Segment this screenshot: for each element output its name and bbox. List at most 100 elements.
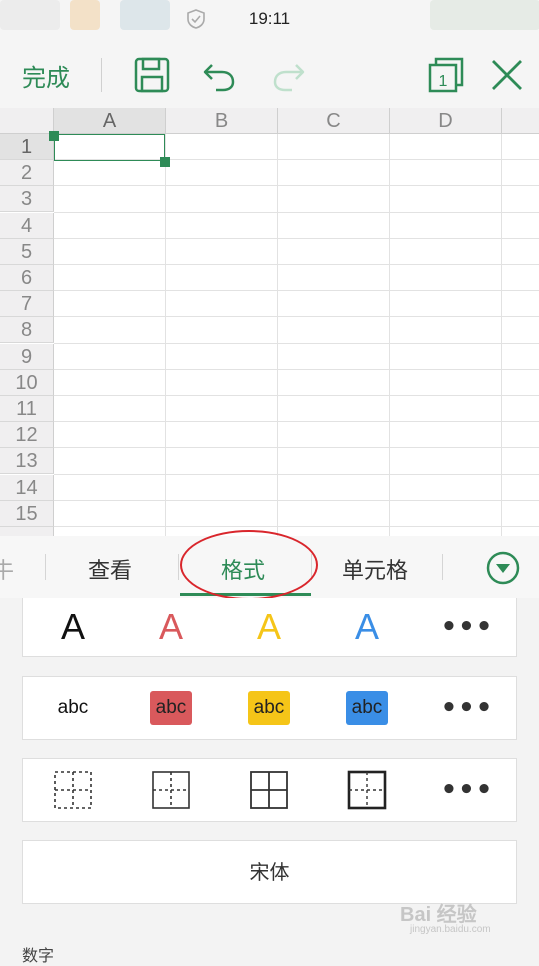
more-icon: ••• xyxy=(440,693,494,723)
more-fill-colors-button[interactable]: ••• xyxy=(435,677,499,739)
row-header[interactable]: 4 xyxy=(0,212,54,239)
tab-divider xyxy=(178,554,179,580)
status-time: 19:11 xyxy=(248,9,291,28)
font-color-black[interactable]: A xyxy=(43,598,103,656)
fill-sample-text: abc xyxy=(149,691,193,725)
grid-row-line xyxy=(54,316,539,318)
border-all-button[interactable] xyxy=(239,759,299,821)
selection-handle-top-left[interactable] xyxy=(49,131,59,141)
collapse-panel-icon[interactable] xyxy=(486,551,520,585)
grid-row-line xyxy=(54,264,539,265)
grid-column-line xyxy=(277,134,278,536)
grid-row-line xyxy=(54,368,539,370)
row-header[interactable]: 8 xyxy=(0,317,54,344)
grid-row-line xyxy=(54,395,539,396)
row-header[interactable]: 1 xyxy=(0,134,54,160)
tab-divider xyxy=(442,554,443,580)
row-header[interactable]: 13 xyxy=(0,448,54,475)
more-font-colors-button[interactable]: ••• xyxy=(435,598,499,656)
editor-toolbar: 完成 1 xyxy=(0,38,539,109)
font-color-red[interactable]: A xyxy=(141,598,201,656)
grid-row-line xyxy=(54,290,539,292)
outer-border-icon xyxy=(347,770,387,810)
column-header[interactable]: B xyxy=(166,108,278,134)
grid-row-line xyxy=(54,342,539,344)
border-style-row: ••• xyxy=(22,758,517,822)
tab-divider xyxy=(45,554,46,580)
border-outer-button[interactable] xyxy=(337,759,397,821)
font-color-letter: A xyxy=(354,606,379,647)
fill-none[interactable]: abc xyxy=(43,677,103,739)
font-color-blue[interactable]: A xyxy=(337,598,397,656)
grid-row-line xyxy=(54,499,539,501)
close-icon[interactable] xyxy=(487,55,527,95)
grid-row-line xyxy=(54,237,539,239)
grid-row-line xyxy=(54,421,539,423)
font-name-label: 宋体 xyxy=(249,860,290,884)
fill-sample-text: abc xyxy=(345,691,389,725)
more-icon: ••• xyxy=(440,775,494,805)
sheet-switch-icon[interactable]: 1 xyxy=(426,55,466,95)
select-all-corner[interactable] xyxy=(0,108,54,134)
dashed-border-icon xyxy=(54,771,92,809)
border-inner-button[interactable] xyxy=(141,759,201,821)
tab-partial[interactable]: 牛 xyxy=(0,553,14,585)
column-header[interactable] xyxy=(502,108,539,134)
font-color-yellow[interactable]: A xyxy=(239,598,299,656)
grid-row-line xyxy=(54,211,539,213)
column-header[interactable]: D xyxy=(390,108,502,134)
fill-sample-text: abc xyxy=(57,697,89,718)
row-header[interactable]: 14 xyxy=(0,474,54,501)
inner-border-icon xyxy=(152,771,190,809)
spreadsheet-grid[interactable]: A B C D 1 2 3 4 5 6 7 8 9 10 11 12 13 14 15 xyxy=(0,108,539,536)
border-dashed-button[interactable] xyxy=(43,759,103,821)
fill-blue[interactable]: abc xyxy=(337,677,397,739)
fill-yellow[interactable]: abc xyxy=(239,677,299,739)
font-color-letter: A xyxy=(158,606,183,647)
grid-row-line xyxy=(54,526,539,527)
row-header[interactable]: 10 xyxy=(0,369,54,396)
tab-cell[interactable]: 单元格 xyxy=(342,553,408,585)
fill-sample-text: abc xyxy=(247,691,291,725)
more-border-styles-button[interactable]: ••• xyxy=(435,759,499,821)
selection-handle-bottom-right[interactable] xyxy=(160,157,170,167)
font-color-row: A A A A ••• xyxy=(22,598,517,657)
column-header[interactable]: C xyxy=(278,108,390,134)
row-header[interactable]: 12 xyxy=(0,422,54,449)
undo-icon[interactable] xyxy=(200,55,240,95)
fill-red[interactable]: abc xyxy=(141,677,201,739)
status-bar: 19:11 xyxy=(0,0,539,38)
grid-column-line xyxy=(501,134,502,536)
watermark-logo: Bai 经验 xyxy=(400,904,477,926)
row-header[interactable]: 6 xyxy=(0,265,54,291)
font-color-letter: A xyxy=(256,606,281,647)
row-header[interactable]: 11 xyxy=(0,396,54,422)
toolbar-divider xyxy=(101,58,102,92)
grid-row-line xyxy=(54,447,539,449)
number-section-label: 数字 xyxy=(22,946,55,965)
row-header[interactable]: 2 xyxy=(0,160,54,187)
save-icon[interactable] xyxy=(132,55,172,95)
grid-row-line xyxy=(54,473,539,475)
annotation-circle xyxy=(180,530,318,600)
row-header[interactable]: 5 xyxy=(0,238,54,265)
font-name-selector[interactable]: 宋体 xyxy=(22,840,517,904)
watermark-url: jingyan.baidu.com xyxy=(410,924,491,935)
more-icon: ••• xyxy=(440,612,494,642)
done-button[interactable]: 完成 xyxy=(22,58,70,93)
redo-icon[interactable] xyxy=(268,55,308,95)
grid-column-line xyxy=(165,134,166,536)
row-header[interactable]: 9 xyxy=(0,343,54,370)
grid-column-line xyxy=(389,134,390,536)
row-header[interactable] xyxy=(0,527,54,536)
row-header[interactable]: 15 xyxy=(0,500,54,527)
grid-row-line xyxy=(54,185,539,187)
column-header[interactable]: A xyxy=(54,108,166,134)
row-header[interactable]: 3 xyxy=(0,186,54,213)
sheet-number: 1 xyxy=(439,73,448,90)
selected-cell-a1[interactable] xyxy=(54,134,165,161)
tab-view[interactable]: 查看 xyxy=(88,553,132,585)
font-color-letter: A xyxy=(60,606,85,647)
row-header[interactable]: 7 xyxy=(0,291,54,318)
all-border-icon xyxy=(250,771,288,809)
